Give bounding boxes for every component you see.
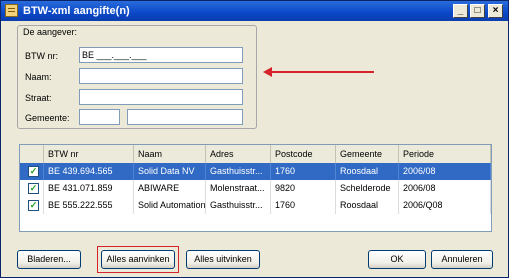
cell-adres: Gasthuisstr... bbox=[206, 163, 271, 180]
arrow-left-icon bbox=[263, 67, 272, 77]
window-title: BTW-xml aangifte(n) bbox=[23, 5, 130, 17]
table-row[interactable]: ✓ BE 555.222.555 Solid Automation Gasthu… bbox=[20, 197, 491, 214]
annotation-arrow-line bbox=[271, 71, 374, 73]
cell-btw: BE 555.222.555 bbox=[44, 197, 134, 214]
title-bar[interactable]: BTW-xml aangifte(n) _ □ × bbox=[1, 1, 508, 21]
ok-button[interactable]: OK bbox=[368, 250, 426, 269]
declaration-list[interactable]: BTW nr Naam Adres Postcode Gemeente Peri… bbox=[19, 144, 492, 232]
cell-postcode: 1760 bbox=[271, 197, 336, 214]
checkbox[interactable]: ✓ bbox=[28, 166, 39, 177]
maximize-button[interactable]: □ bbox=[470, 4, 485, 18]
check-all-button[interactable]: Alles aanvinken bbox=[101, 250, 175, 269]
uncheck-all-button[interactable]: Alles uitvinken bbox=[186, 250, 260, 269]
postcode-field[interactable] bbox=[79, 109, 120, 125]
row-check-cell: ✓ bbox=[20, 197, 44, 214]
naam-field[interactable] bbox=[79, 68, 243, 84]
header-adres[interactable]: Adres bbox=[206, 145, 271, 163]
btw-label: BTW nr: bbox=[25, 51, 58, 61]
cell-adres: Gasthuisstr... bbox=[206, 197, 271, 214]
checkbox[interactable]: ✓ bbox=[28, 200, 39, 211]
cell-periode: 2006/08 bbox=[399, 163, 491, 180]
header-check-column[interactable] bbox=[20, 145, 44, 163]
straat-field[interactable] bbox=[79, 89, 243, 105]
cell-postcode: 9820 bbox=[271, 180, 336, 197]
cell-gemeente: Roosdaal bbox=[336, 163, 399, 180]
document-icon bbox=[5, 4, 18, 17]
cell-gemeente: Schelderode bbox=[336, 180, 399, 197]
checkbox[interactable]: ✓ bbox=[28, 183, 39, 194]
browse-button[interactable]: Bladeren... bbox=[17, 250, 81, 269]
cell-naam: Solid Data NV bbox=[134, 163, 206, 180]
minimize-button[interactable]: _ bbox=[453, 4, 468, 18]
cell-periode: 2006/Q08 bbox=[399, 197, 491, 214]
cell-postcode: 1760 bbox=[271, 163, 336, 180]
cell-naam: ABIWARE bbox=[134, 180, 206, 197]
straat-label: Straat: bbox=[25, 93, 52, 103]
naam-label: Naam: bbox=[25, 72, 52, 82]
header-periode[interactable]: Periode bbox=[399, 145, 491, 163]
cell-btw: BE 439.694.565 bbox=[44, 163, 134, 180]
cell-naam: Solid Automation bbox=[134, 197, 206, 214]
close-button[interactable]: × bbox=[488, 4, 503, 18]
list-header: BTW nr Naam Adres Postcode Gemeente Peri… bbox=[20, 145, 491, 164]
row-check-cell: ✓ bbox=[20, 180, 44, 197]
header-naam[interactable]: Naam bbox=[134, 145, 206, 163]
cell-adres: Molenstraat... bbox=[206, 180, 271, 197]
gemeente-field[interactable] bbox=[127, 109, 243, 125]
dialog-window: BTW-xml aangifte(n) _ □ × De aangever: B… bbox=[0, 0, 509, 278]
btw-number-field[interactable]: BE ___.___.___ bbox=[79, 47, 243, 63]
table-row[interactable]: ✓ BE 431.071.859 ABIWARE Molenstraat... … bbox=[20, 180, 491, 197]
cell-periode: 2006/08 bbox=[399, 180, 491, 197]
header-gemeente[interactable]: Gemeente bbox=[336, 145, 399, 163]
cancel-button[interactable]: Annuleren bbox=[431, 250, 493, 269]
header-btw[interactable]: BTW nr bbox=[44, 145, 134, 163]
cell-gemeente: Roosdaal bbox=[336, 197, 399, 214]
cell-btw: BE 431.071.859 bbox=[44, 180, 134, 197]
header-postcode[interactable]: Postcode bbox=[271, 145, 336, 163]
gemeente-label: Gemeente: bbox=[25, 113, 70, 123]
row-check-cell: ✓ bbox=[20, 163, 44, 180]
declarant-group-label: De aangever: bbox=[23, 27, 78, 37]
table-row[interactable]: ✓ BE 439.694.565 Solid Data NV Gasthuiss… bbox=[20, 163, 491, 180]
